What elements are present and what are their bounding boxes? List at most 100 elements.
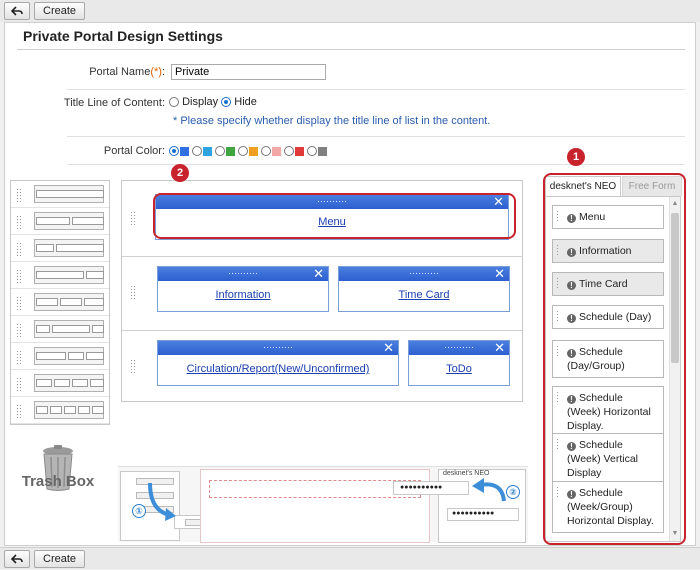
color-radio[interactable] xyxy=(238,146,248,157)
portal-name-colon: : xyxy=(161,66,165,78)
color-radio[interactable] xyxy=(261,146,271,157)
widget-information[interactable]: ✕ Information xyxy=(157,266,329,312)
back-arrow-icon xyxy=(11,6,23,16)
color-swatch[interactable] xyxy=(318,146,327,156)
layout-column-cell xyxy=(86,271,104,279)
layout-thumbnail xyxy=(34,239,104,257)
layout-option[interactable] xyxy=(11,289,109,316)
color-swatch[interactable] xyxy=(226,146,235,156)
layout-option[interactable] xyxy=(11,370,109,397)
layout-option[interactable] xyxy=(11,208,109,235)
layout-column-cell xyxy=(36,244,54,252)
widget-time-card[interactable]: ✕ Time Card xyxy=(338,266,510,312)
layout-thumbnail xyxy=(34,401,104,419)
back-button[interactable] xyxy=(4,2,30,20)
portal-name-label: Portal Name(*): xyxy=(75,66,165,78)
layout-option[interactable] xyxy=(11,397,109,424)
portal-name-input[interactable] xyxy=(171,64,326,80)
close-icon[interactable]: ✕ xyxy=(313,266,324,282)
widget-link[interactable]: Information xyxy=(158,289,328,301)
layout-thumbnail xyxy=(34,374,104,392)
title-line-radio-group: Display Hide xyxy=(169,96,257,108)
layout-column-cell xyxy=(92,325,104,333)
callout-frame xyxy=(543,173,686,545)
layout-option[interactable] xyxy=(11,235,109,262)
color-swatch[interactable] xyxy=(203,146,212,156)
widget-todo[interactable]: ✕ ToDo xyxy=(408,340,510,386)
drag-handle-icon[interactable] xyxy=(16,323,22,337)
hide-radio[interactable] xyxy=(221,97,232,108)
title-line-colon: : xyxy=(161,97,165,109)
widget-link[interactable]: ToDo xyxy=(409,363,509,375)
canvas-row[interactable]: ✕ Circulation/Report(New/Unconfirmed) ✕ … xyxy=(122,331,522,403)
create-button[interactable]: Create xyxy=(34,549,86,568)
color-swatch[interactable] xyxy=(180,146,189,156)
layout-column-cell xyxy=(52,325,90,333)
title-line-label-text: Title Line of Content xyxy=(63,97,162,109)
close-icon[interactable]: ✕ xyxy=(383,340,394,356)
color-radio[interactable] xyxy=(215,146,225,157)
callout-badge: 1 xyxy=(567,148,585,166)
portal-color-colon: : xyxy=(161,145,165,157)
layout-option[interactable] xyxy=(11,262,109,289)
drag-handle-icon[interactable] xyxy=(16,188,22,202)
display-radio-label[interactable]: Display xyxy=(182,96,218,108)
layout-column-cell xyxy=(36,325,50,333)
drag-handle-icon[interactable] xyxy=(16,350,22,364)
layout-column-cell xyxy=(86,352,104,360)
layout-column-cell xyxy=(36,406,48,414)
widget-link[interactable]: Time Card xyxy=(339,289,509,301)
display-radio[interactable] xyxy=(169,97,179,108)
widget-header[interactable]: ✕ xyxy=(339,266,509,282)
layout-option[interactable] xyxy=(11,343,109,370)
create-button[interactable]: Create xyxy=(34,2,86,20)
portal-color-label: Portal Color: xyxy=(75,145,165,157)
layout-option[interactable] xyxy=(11,316,109,343)
drag-handle-icon[interactable] xyxy=(16,404,22,418)
widget-header[interactable]: ✕ xyxy=(158,266,328,282)
drag-handle-icon[interactable] xyxy=(16,377,22,391)
layout-column-cell xyxy=(72,379,88,387)
layout-thumbnail xyxy=(34,212,104,230)
guide-palette-item: ●●●●●●●●●● xyxy=(447,508,519,521)
drag-dots-icon xyxy=(444,346,474,350)
row-drag-handle[interactable] xyxy=(130,285,136,299)
widget-header[interactable]: ✕ xyxy=(158,340,398,356)
layout-column-cell xyxy=(68,352,84,360)
close-icon[interactable]: ✕ xyxy=(494,340,505,356)
layout-column-cell xyxy=(54,379,70,387)
color-swatch[interactable] xyxy=(272,146,281,156)
color-swatch[interactable] xyxy=(249,146,258,156)
layout-thumbnail xyxy=(34,347,104,365)
layout-thumbnail xyxy=(34,266,104,284)
trash-box[interactable]: Trash Box xyxy=(18,445,98,505)
widget-link[interactable]: Circulation/Report(New/Unconfirmed) xyxy=(158,363,398,375)
color-swatch[interactable] xyxy=(295,146,304,156)
layout-column-cell xyxy=(92,406,104,414)
hide-radio-label[interactable]: Hide xyxy=(234,96,257,108)
guide-drag-dots: ●●●●●●●●●● xyxy=(400,484,443,491)
row-drag-handle[interactable] xyxy=(130,211,136,225)
canvas-row[interactable]: ✕ Information ✕ Time Card xyxy=(122,257,522,331)
row-divider xyxy=(67,136,685,137)
layout-column-cell xyxy=(84,298,104,306)
drag-dots-icon xyxy=(228,272,258,276)
drag-handle-icon[interactable] xyxy=(16,242,22,256)
row-drag-handle[interactable] xyxy=(130,359,136,373)
drag-handle-icon[interactable] xyxy=(16,269,22,283)
color-radio[interactable] xyxy=(169,146,179,157)
widget-header[interactable]: ✕ xyxy=(409,340,509,356)
close-icon[interactable]: ✕ xyxy=(494,266,505,282)
layout-column-cell xyxy=(64,406,76,414)
drag-handle-icon[interactable] xyxy=(16,215,22,229)
color-radio[interactable] xyxy=(284,146,294,157)
widget-circulation[interactable]: ✕ Circulation/Report(New/Unconfirmed) xyxy=(157,340,399,386)
color-radio[interactable] xyxy=(307,146,317,157)
drag-handle-icon[interactable] xyxy=(16,296,22,310)
layout-option[interactable] xyxy=(11,181,109,208)
color-radio[interactable] xyxy=(192,146,202,157)
guide-drop-zone xyxy=(209,480,421,498)
drag-dots-icon xyxy=(263,346,293,350)
back-button[interactable] xyxy=(4,549,30,568)
guide-drag-item: ●●●●●●●●●● xyxy=(393,481,469,495)
